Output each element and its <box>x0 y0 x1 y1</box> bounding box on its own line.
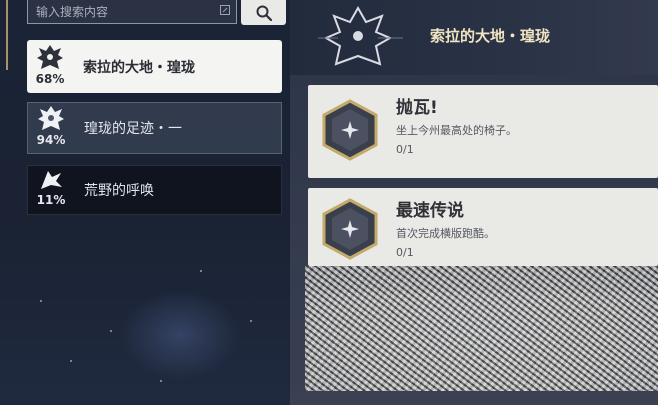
scroll-indicator <box>6 0 8 70</box>
star-decoration <box>110 330 112 332</box>
star-decoration <box>160 380 162 382</box>
edit-icon[interactable] <box>220 5 230 15</box>
category-emblem: 11% <box>28 165 74 215</box>
search-input[interactable] <box>34 0 218 24</box>
achievement-card[interactable]: 抛瓦! 坐上今州最高处的椅子。 0/1 <box>308 85 658 178</box>
dragon-crest-icon <box>318 5 403 66</box>
star-decoration <box>250 320 252 322</box>
sparkle-icon <box>322 198 378 260</box>
achievement-description: 坐上今州最高处的椅子。 <box>396 124 517 137</box>
category-emblem: 68% <box>27 42 73 92</box>
category-title: 索拉的大地・瑝珑 <box>430 27 551 45</box>
category-progress: 11% <box>36 193 66 207</box>
star-decoration <box>70 360 72 362</box>
achievement-progress: 0/1 <box>396 246 414 259</box>
star-decoration <box>40 300 42 302</box>
search-button[interactable] <box>241 0 286 25</box>
category-name: 瑝珑的足迹・一 <box>84 121 182 137</box>
achievement-title: 最速传说 <box>396 201 464 221</box>
bird-icon <box>41 171 62 189</box>
category-name: 荒野的呼唤 <box>84 183 154 199</box>
achievement-title: 抛瓦! <box>396 98 438 118</box>
achievement-progress: 0/1 <box>396 143 414 156</box>
search-box <box>27 0 237 24</box>
background-glow <box>120 290 240 380</box>
next-card-edge <box>290 392 658 405</box>
achievement-card[interactable]: 最速传说 首次完成横版跑酷。 0/1 <box>308 188 658 266</box>
category-progress: 68% <box>35 71 65 86</box>
category-item-footsteps[interactable]: 94% 瑝珑的足迹・一 <box>27 102 282 154</box>
achievement-description: 首次完成横版跑酷。 <box>396 227 495 240</box>
category-name: 索拉的大地・瑝珑 <box>83 59 195 76</box>
pixelated-redaction <box>305 266 658 391</box>
sparkle-icon <box>322 99 378 161</box>
category-progress: 94% <box>36 133 66 147</box>
dragon-crest-icon <box>38 106 64 130</box>
search-icon <box>256 5 272 21</box>
category-emblem: 94% <box>28 103 74 153</box>
category-sidebar: 68% 索拉的大地・瑝珑 94% 瑝珑的足迹・一 11% 荒野的呼唤 <box>0 0 290 405</box>
dragon-crest-icon <box>37 44 63 69</box>
star-decoration <box>200 270 202 272</box>
category-item-solaris[interactable]: 68% 索拉的大地・瑝珑 <box>27 40 282 93</box>
category-header: 索拉的大地・瑝珑 <box>290 0 658 75</box>
category-item-wilderness[interactable]: 11% 荒野的呼唤 <box>27 165 282 215</box>
